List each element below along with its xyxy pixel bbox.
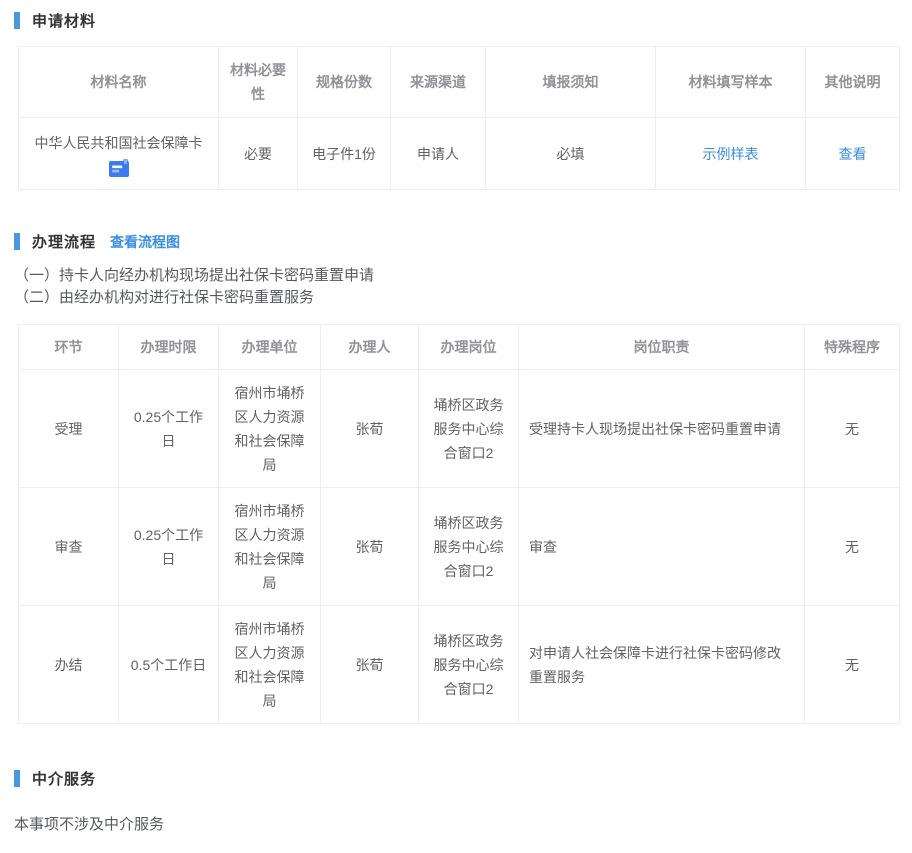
stage-cell: 办结 [19,606,119,724]
process-steps: （一）持卡人向经办机构现场提出社保卡密码重置申请 （二）由经办机构对进行社保卡密… [14,265,898,309]
column-header-source: 来源渠道 [391,47,486,118]
stage-cell: 受理 [19,370,119,488]
special-cell: 无 [805,370,900,488]
duty-cell: 审查 [519,488,805,606]
intermediary-note: 本事项不涉及中介服务 [14,813,898,834]
column-header-duty: 岗位职责 [519,325,805,370]
column-header-unit: 办理单位 [219,325,321,370]
process-header-row: 环节 办理时限 办理单位 办理人 办理岗位 岗位职责 特殊程序 [19,325,900,370]
materials-table-row: 中华人民共和国社会保障卡 [19,118,900,190]
column-header-special: 特殊程序 [805,325,900,370]
unit-cell: 宿州市埇桥区人力资源和社会保障局 [219,488,321,606]
duty-cell: 对申请人社会保障卡进行社保卡密码修改重置服务 [519,606,805,724]
process-table: 环节 办理时限 办理单位 办理人 办理岗位 岗位职责 特殊程序 受理 0.25个… [18,324,900,724]
special-cell: 无 [805,606,900,724]
position-cell: 埇桥区政务服务中心综合窗口2 [419,606,519,724]
time-limit-cell: 0.5个工作日 [119,606,219,724]
service-detail-page: 申请材料 材料名称 材料必要性 规格份数 来源渠道 填报须知 材料填写样本 其他… [0,0,912,834]
process-step-1: （一）持卡人向经办机构现场提出社保卡密码重置申请 [14,265,898,287]
unit-cell: 宿州市埇桥区人力资源和社会保障局 [219,370,321,488]
process-section-header: 办理流程 查看流程图 [14,231,898,252]
duty-cell: 受理持卡人现场提出社保卡密码重置申请 [519,370,805,488]
column-header-time-limit: 办理时限 [119,325,219,370]
process-table-row: 办结 0.5个工作日 宿州市埇桥区人力资源和社会保障局 张荀 埇桥区政务服务中心… [19,606,900,724]
handler-cell: 张荀 [321,370,419,488]
process-step-2: （二）由经办机构对进行社保卡密码重置服务 [14,287,898,309]
intermediary-section-header: 中介服务 [14,768,898,789]
time-limit-cell: 0.25个工作日 [119,370,219,488]
column-header-other: 其他说明 [806,47,900,118]
material-name-text: 中华人民共和国社会保障卡 [35,131,203,155]
column-header-sample: 材料填写样本 [656,47,806,118]
section-intermediary: 中介服务 本事项不涉及中介服务 [14,768,898,834]
card-icon[interactable] [109,159,129,177]
handler-cell: 张荀 [321,488,419,606]
material-source: 申请人 [391,118,486,190]
section-marker-bar [14,12,20,29]
process-table-row: 受理 0.25个工作日 宿州市埇桥区人力资源和社会保障局 张荀 埇桥区政务服务中… [19,370,900,488]
section-process: 办理流程 查看流程图 （一）持卡人向经办机构现场提出社保卡密码重置申请 （二）由… [14,231,898,724]
material-necessity: 必要 [219,118,298,190]
column-header-spec: 规格份数 [298,47,391,118]
column-header-material-name: 材料名称 [19,47,219,118]
materials-header-row: 材料名称 材料必要性 规格份数 来源渠道 填报须知 材料填写样本 其他说明 [19,47,900,118]
column-header-stage: 环节 [19,325,119,370]
sample-table-link[interactable]: 示例样表 [703,146,759,162]
other-view-link[interactable]: 查看 [839,146,867,162]
materials-table: 材料名称 材料必要性 规格份数 来源渠道 填报须知 材料填写样本 其他说明 中华… [18,46,900,190]
section-marker-bar [14,770,20,787]
section-title-intermediary: 中介服务 [32,768,96,789]
position-cell: 埇桥区政务服务中心综合窗口2 [419,488,519,606]
section-materials: 申请材料 材料名称 材料必要性 规格份数 来源渠道 填报须知 材料填写样本 其他… [14,10,898,190]
section-title-process: 办理流程 [32,231,96,252]
view-flowchart-link[interactable]: 查看流程图 [110,232,180,252]
material-spec: 电子件1份 [298,118,391,190]
column-header-notice: 填报须知 [486,47,656,118]
section-marker-bar [14,233,20,250]
time-limit-cell: 0.25个工作日 [119,488,219,606]
materials-section-header: 申请材料 [14,10,898,31]
position-cell: 埇桥区政务服务中心综合窗口2 [419,370,519,488]
column-header-handler: 办理人 [321,325,419,370]
column-header-position: 办理岗位 [419,325,519,370]
special-cell: 无 [805,488,900,606]
section-title-materials: 申请材料 [32,10,96,31]
unit-cell: 宿州市埇桥区人力资源和社会保障局 [219,606,321,724]
material-notice: 必填 [486,118,656,190]
column-header-necessity: 材料必要性 [219,47,298,118]
handler-cell: 张荀 [321,606,419,724]
stage-cell: 审查 [19,488,119,606]
process-table-row: 审查 0.25个工作日 宿州市埇桥区人力资源和社会保障局 张荀 埇桥区政务服务中… [19,488,900,606]
